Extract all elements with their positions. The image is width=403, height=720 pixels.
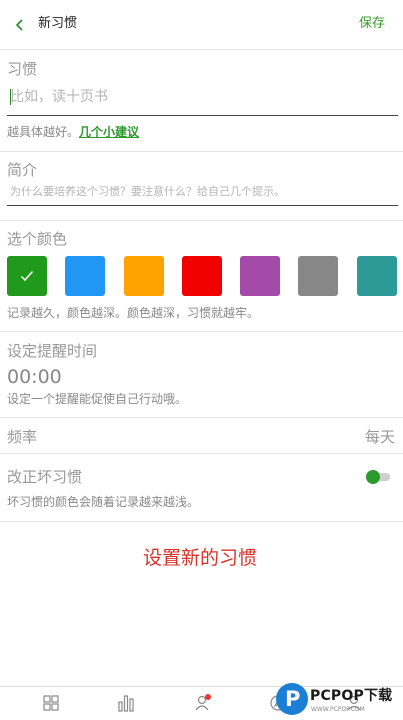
color-swatch[interactable] (182, 256, 222, 296)
divider (0, 151, 403, 152)
color-swatch[interactable] (357, 256, 397, 296)
notification-badge (205, 694, 211, 700)
page-title: 新习惯 (38, 16, 78, 31)
divider (0, 521, 403, 522)
tips-link[interactable]: 几个小建议 (79, 125, 139, 139)
bad-habit-note: 坏习惯的颜色会随着记录越来越浅。 (7, 495, 200, 509)
watermark-logo: P PCPOP下载 WWW.PCPOP.COM (276, 683, 401, 719)
color-swatch[interactable] (298, 256, 338, 296)
divider (0, 331, 403, 332)
create-habit-button[interactable]: 设置新的习惯 (100, 543, 300, 573)
reminder-note: 设定一个提醒能促使自己行动哦。 (7, 392, 188, 406)
color-swatch[interactable] (124, 256, 164, 296)
frequency-label: 频率 (7, 428, 38, 446)
watermark-mark: P (276, 683, 308, 715)
color-swatch[interactable] (240, 256, 280, 296)
grid-icon[interactable] (41, 693, 61, 713)
reminder-label: 设定提醒时间 (7, 342, 98, 360)
intro-label: 简介 (7, 161, 38, 179)
habit-note-text: 越具体越好。 (7, 125, 80, 139)
divider (0, 453, 403, 454)
bad-habit-toggle[interactable] (366, 470, 392, 484)
toggle-knob (366, 470, 380, 484)
watermark-text: PCPOP下载 (310, 688, 393, 704)
color-swatch[interactable] (7, 256, 47, 296)
color-note: 记录越久，颜色越深。颜色越深，习惯就越牢。 (7, 306, 260, 320)
divider (0, 220, 403, 221)
reminder-time[interactable]: 00:00 (7, 366, 62, 388)
check-icon (20, 271, 34, 282)
back-arrow-icon[interactable] (12, 17, 28, 33)
save-button[interactable]: 保存 (359, 15, 385, 33)
user-tab[interactable] (193, 693, 213, 713)
divider (0, 417, 403, 418)
color-swatch[interactable] (65, 256, 105, 296)
color-label: 选个颜色 (7, 230, 68, 248)
frequency-value[interactable]: 每天 (365, 427, 395, 447)
bad-habit-label: 改正坏习惯 (7, 468, 83, 486)
habit-name-input[interactable] (7, 86, 398, 108)
top-bar: 新习惯 保存 (0, 0, 403, 50)
habit-input-underline (7, 115, 398, 116)
intro-input[interactable] (7, 181, 398, 201)
watermark-subtext: WWW.PCPOP.COM (311, 706, 365, 713)
bar-chart-icon[interactable] (116, 693, 136, 713)
habit-note: 越具体越好。几个小建议 (7, 124, 139, 140)
intro-input-underline (7, 205, 398, 206)
habit-label: 习惯 (7, 60, 38, 78)
